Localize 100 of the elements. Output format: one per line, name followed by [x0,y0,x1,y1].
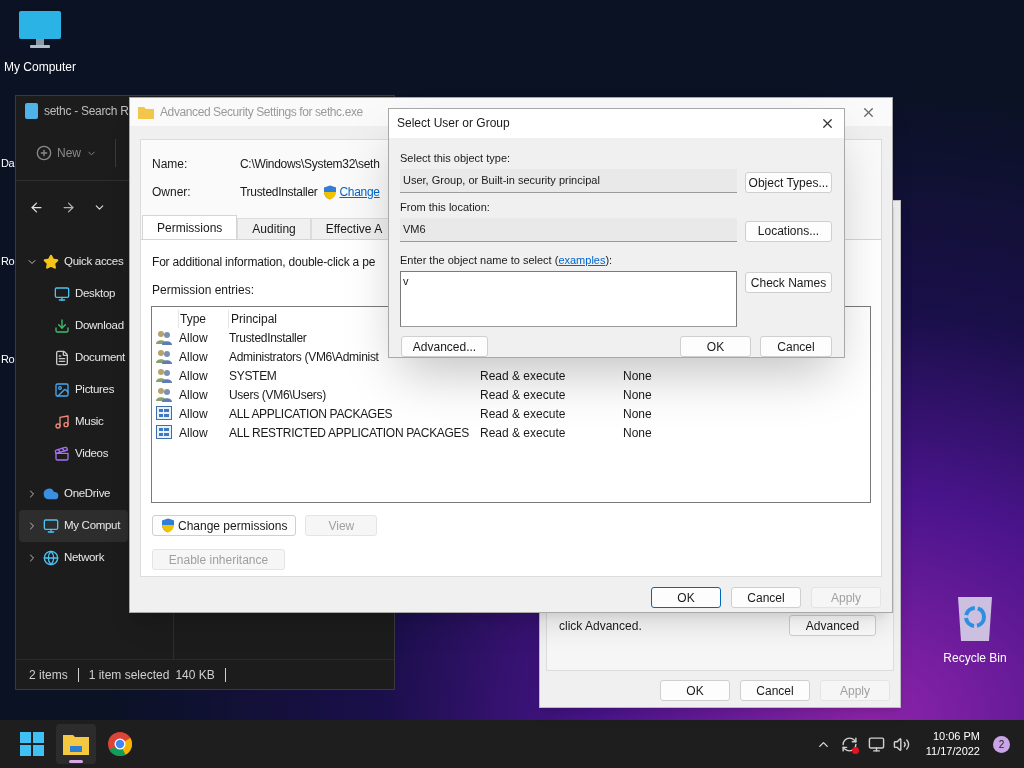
tab[interactable]: Permissions [142,215,238,239]
desktop-icon-label: My Computer [4,59,76,76]
volume-icon[interactable] [892,735,910,753]
desktop-icon-label: Recycle Bin [943,650,1007,667]
table-cell-text: Allow [179,386,208,404]
windows-logo-icon [20,732,44,756]
status-text: 1 item selected [87,666,171,684]
folder-icon [63,733,89,755]
plus-icon [36,145,52,161]
ok-button[interactable]: OK [680,336,751,357]
sidebar-label: Download [75,318,124,334]
instruction-text: click Advanced. [559,617,642,635]
desktop-icon-label: Da [1,156,15,171]
object-type-field: User, Group, or Built-in security principal [400,168,737,193]
star-icon [43,254,59,270]
notification-badge[interactable]: 2 [993,735,1010,753]
new-button[interactable]: New [36,144,97,162]
sidebar-item[interactable]: Videos [19,438,128,470]
table-cell-text: Read & execute [480,367,566,385]
users-icon [156,330,173,345]
users-icon [156,368,173,383]
sidebar-label: Network [64,550,105,566]
cloud-icon [43,486,59,502]
field-label: Enter the object name to select (examples): [400,252,614,268]
music-icon [54,414,70,430]
dialog-button[interactable]: OK [651,587,721,608]
monitor-icon[interactable] [18,10,62,50]
table-cell-text: Read & execute [480,386,566,404]
shield-icon [161,518,175,533]
sidebar-item[interactable]: Quick acces [19,246,128,278]
object-types-button[interactable]: Object Types... [745,172,832,193]
desktop-icon-label: Ro [1,352,15,367]
table-cell-text: Users (VM6\Users) [229,386,326,404]
sidebar-item[interactable]: Download [19,310,128,342]
dialog-button[interactable]: OK [660,680,730,701]
table-cell-text: None [623,424,652,442]
table-cell-text: TrustedInstaller [229,329,307,347]
status-text: 140 KB [175,667,226,682]
back-icon[interactable] [29,199,44,215]
video-icon [54,446,70,462]
sidebar-label: Pictures [75,382,115,398]
forward-icon[interactable] [61,199,76,215]
table-cell-text: Allow [179,329,208,347]
change-link[interactable]: Change [339,183,380,201]
download-icon [54,318,70,334]
sidebar-label: Videos [75,446,109,462]
users-icon [156,349,173,364]
sidebar-item[interactable]: My Comput [19,510,128,542]
object-name-input[interactable]: v [400,271,737,327]
window-title: sethc - Search R [44,103,129,120]
column-header[interactable]: Principal [228,309,278,328]
examples-link[interactable]: examples [558,253,606,266]
advanced-button[interactable]: Advanced [789,615,876,636]
cancel-button[interactable]: Cancel [760,336,832,357]
tab[interactable]: Auditing [237,218,311,239]
desktop-icon [54,286,70,302]
shield-icon [323,184,338,200]
folder-icon [138,105,154,119]
sidebar-item[interactable]: Network [19,542,128,574]
field-label: From this location: [400,200,491,215]
sidebar-label: Music [75,414,104,430]
table-cell-text: Allow [179,348,208,366]
advanced-button[interactable]: Advanced... [401,336,488,357]
document-icon [54,350,70,366]
recycle-bin-icon[interactable] [956,595,994,641]
sidebar-item[interactable]: Document [19,342,128,374]
taskbar-app-button[interactable] [56,724,96,764]
owner-text: TrustedInstaller [240,184,318,201]
location-field: VM6 [400,217,737,242]
sidebar-item[interactable]: Desktop [19,278,128,310]
dialog-button[interactable]: Cancel [731,587,801,608]
sidebar-item[interactable]: Pictures [19,374,128,406]
sidebar-label: Quick acces [64,254,124,270]
table-cell-text: SYSTEM [229,367,277,385]
action-button[interactable]: Change permissions [152,515,297,536]
dialog-button[interactable]: Cancel [740,680,810,701]
column-header[interactable]: Type [178,309,228,328]
table-cell-text: None [623,405,652,423]
field-label: Select this object type: [400,150,512,166]
file-path-text: C:\Windows\System32\seth [240,156,380,173]
sidebar-label: OneDrive [64,486,111,502]
desktop-icon-label: Ro [1,254,15,269]
active-indicator [69,760,83,763]
status-text: 2 items [29,667,79,682]
window-title: Advanced Security Settings for sethc.exe [160,104,363,121]
field-label: Owner: [152,184,192,201]
sidebar-label: Document [75,350,125,366]
sidebar-item[interactable]: OneDrive [19,478,128,510]
check-names-button[interactable]: Check Names [745,272,832,293]
field-label: Name: [152,156,189,173]
table-cell-text: Allow [179,405,208,423]
table-cell-text: Read & execute [480,405,566,423]
table-cell-text: Administrators (VM6\Administ [229,348,379,366]
app-package-icon [156,406,173,421]
table-cell-text: Read & execute [480,424,566,442]
table-cell-text: None [623,386,652,404]
clock[interactable]: 10:06 PM 11/17/2022 [925,729,980,759]
locations-button[interactable]: Locations... [745,220,832,242]
browser-icon [108,732,132,756]
sidebar-item[interactable]: Music [19,406,128,438]
